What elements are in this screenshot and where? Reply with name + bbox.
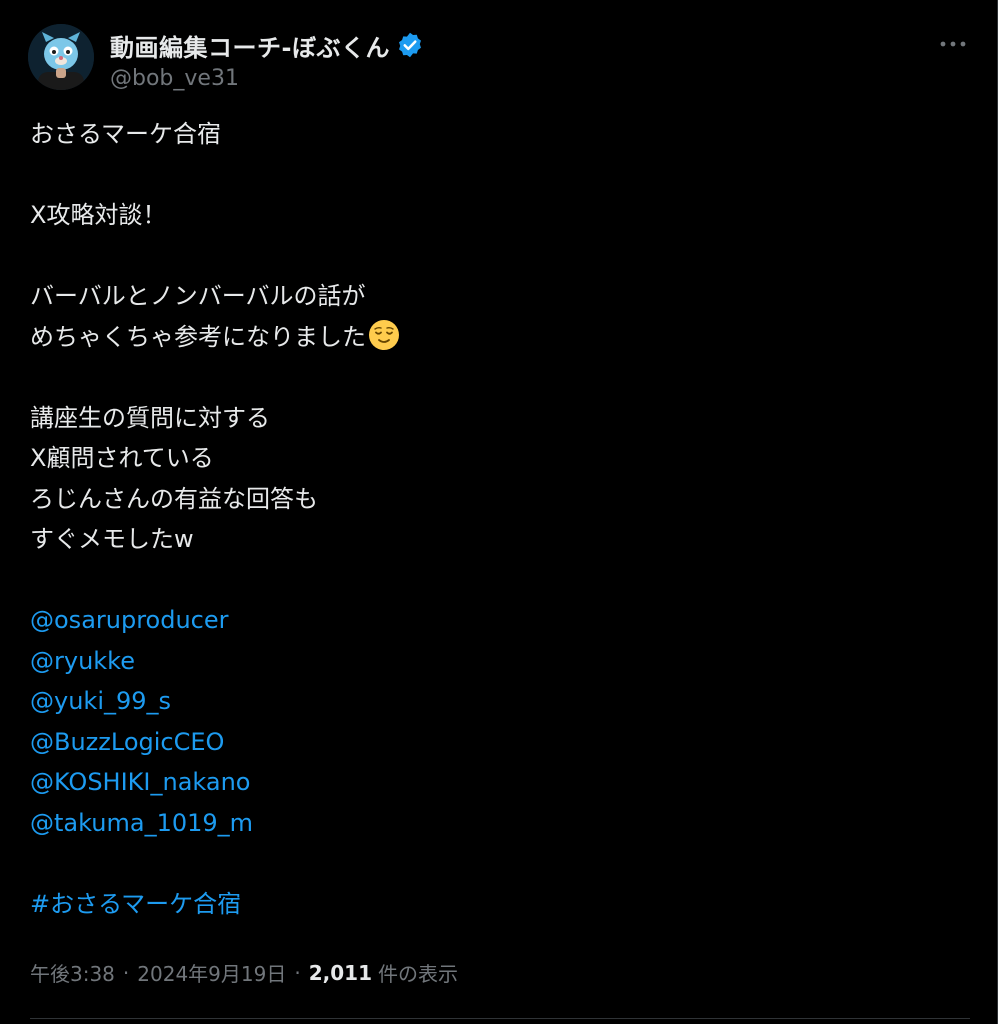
text-line: X攻略対談！ — [30, 201, 167, 229]
meta-separator: · — [294, 960, 301, 985]
text-line-with-emoji: めちゃくちゃ参考になりました — [30, 317, 960, 358]
mention-link[interactable]: @yuki_99_s — [30, 687, 171, 715]
post-time[interactable]: 午後3:38 — [30, 958, 115, 987]
text-line — [30, 236, 960, 277]
avatar[interactable] — [28, 24, 94, 90]
verified-badge-icon[interactable] — [396, 31, 424, 59]
tweet-meta: 午後3:38 · 2024年9月19日 · 2,011 件の表示 — [30, 958, 458, 987]
display-name[interactable]: 動画編集コーチ-ぼぶくん — [110, 28, 390, 63]
avatar-image — [28, 24, 94, 90]
handle[interactable]: @bob_ve31 — [110, 66, 239, 91]
more-options-icon[interactable] — [938, 32, 968, 56]
tweet-header: 動画編集コーチ-ぼぶくん @bob_ve31 — [28, 24, 978, 94]
mention-link[interactable]: @osaruproducer — [30, 606, 229, 634]
text-line-content: めちゃくちゃ参考になりました — [30, 322, 366, 351]
text-line: ろじんさんの有益な回答も — [30, 484, 318, 513]
text-line: バーバルとノンバーバルの話が — [30, 282, 366, 310]
text-line — [30, 560, 960, 601]
mention-link[interactable]: @KOSHIKI_nakano — [30, 768, 251, 796]
text-line: おさるマーケ合宿 — [30, 120, 222, 148]
text-line: すぐメモしたw — [30, 525, 194, 553]
name-row: 動画編集コーチ-ぼぶくん — [110, 28, 424, 62]
text-line — [30, 357, 960, 398]
text-line — [30, 155, 960, 196]
tweet: 動画編集コーチ-ぼぶくん @bob_ve31 おさるマーケ合宿 X攻略対談！ バ… — [0, 0, 998, 1024]
post-date[interactable]: 2024年9月19日 — [137, 958, 286, 987]
views-label[interactable]: 件の表示 — [378, 958, 458, 987]
divider — [30, 1018, 970, 1019]
mention-link[interactable]: @takuma_1019_m — [30, 809, 253, 837]
text-gap — [30, 843, 960, 884]
views-count[interactable]: 2,011 — [309, 961, 372, 985]
mention-link[interactable]: @BuzzLogicCEO — [30, 728, 224, 756]
text-line: 講座生の質問に対する — [30, 403, 270, 432]
meta-separator: · — [122, 960, 130, 985]
relieved-face-emoji-icon — [368, 319, 400, 351]
mention-link[interactable]: @ryukke — [30, 647, 135, 675]
text-line: X顧問されている — [30, 444, 214, 472]
tweet-text: おさるマーケ合宿 X攻略対談！ バーバルとノンバーバルの話が めちゃくちゃ参考に… — [30, 114, 960, 924]
hashtag-link[interactable]: #おさるマーケ合宿 — [30, 890, 241, 918]
